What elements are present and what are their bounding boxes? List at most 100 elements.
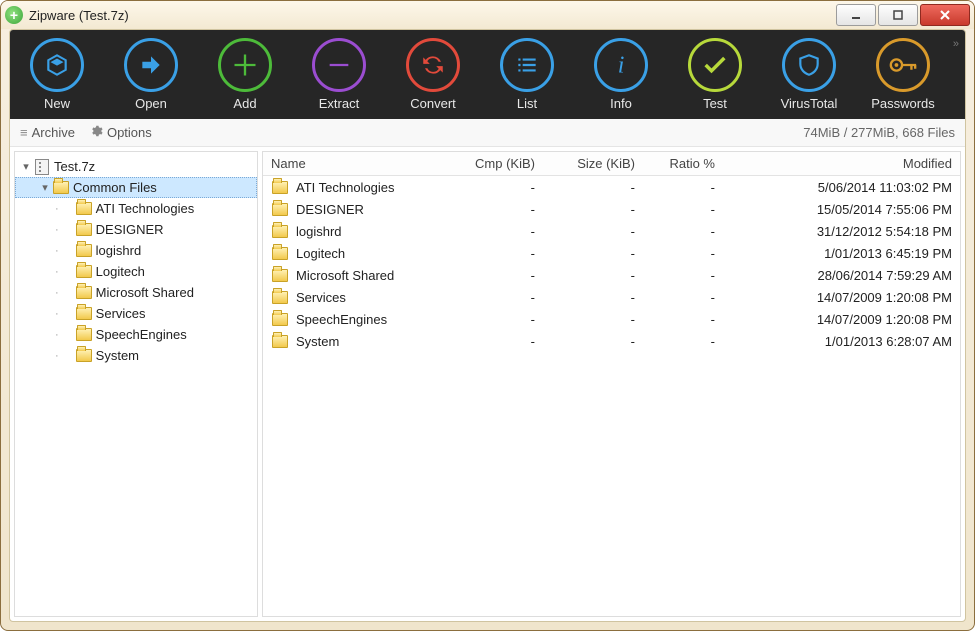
titlebar[interactable]: + Zipware (Test.7z) [1, 1, 974, 29]
tree-item[interactable]: · Services [15, 303, 257, 324]
close-button[interactable] [920, 4, 970, 26]
tree-item[interactable]: · Logitech [15, 261, 257, 282]
table-row[interactable]: Microsoft Shared---28/06/2014 7:59:29 AM [263, 264, 960, 286]
row-modified: 31/12/2012 5:54:18 PM [723, 220, 960, 242]
maximize-button[interactable] [878, 4, 918, 26]
convert-button[interactable]: Convert [386, 38, 480, 111]
row-name: Services [296, 290, 346, 305]
tree-item-label: logishrd [96, 243, 142, 258]
row-cmp: - [443, 264, 543, 286]
folder-icon [271, 244, 289, 262]
options-menu[interactable]: Options [89, 124, 152, 141]
passwords-button[interactable]: Passwords [856, 38, 950, 111]
folder-icon [271, 310, 289, 328]
add-button[interactable]: Add [198, 38, 292, 111]
table-row[interactable]: Logitech---1/01/2013 6:45:19 PM [263, 242, 960, 264]
toolbar-label: List [517, 96, 537, 111]
toolbar-label: New [44, 96, 70, 111]
table-row[interactable]: Services---14/07/2009 1:20:08 PM [263, 286, 960, 308]
toolbar-overflow-icon[interactable]: » [953, 38, 959, 50]
tree-item[interactable]: ·System [15, 345, 257, 366]
row-name: DESIGNER [296, 202, 364, 217]
tree-item[interactable]: ▾Common Files [15, 177, 257, 198]
table-row[interactable]: ATI Technologies---5/06/2014 11:03:02 PM [263, 176, 960, 199]
table-row[interactable]: System---1/01/2013 6:28:07 AM [263, 330, 960, 352]
folder-icon [75, 326, 93, 344]
extract-button[interactable]: Extract [292, 38, 386, 111]
folder-icon [271, 178, 289, 196]
main-toolbar: New Open Add Extract Convert List i Info Test Vir… [10, 30, 965, 119]
tree-item[interactable]: ·Microsoft Shared [15, 282, 257, 303]
tree-item-label: Services [96, 306, 146, 321]
open-button[interactable]: Open [104, 38, 198, 111]
tree-guide: · [55, 308, 59, 320]
row-name: logishrd [296, 224, 342, 239]
tree-guide: · [55, 350, 59, 362]
archive-icon [33, 158, 51, 176]
options-menu-label: Options [107, 125, 152, 140]
col-name[interactable]: Name [263, 152, 443, 176]
col-modified[interactable]: Modified [723, 152, 960, 176]
test-button[interactable]: Test [668, 38, 762, 111]
row-name: SpeechEngines [296, 312, 387, 327]
tree-item[interactable]: ·DESIGNER [15, 219, 257, 240]
archive-menu-label: Archive [32, 125, 75, 140]
row-ratio: - [643, 330, 723, 352]
tree-guide: · [55, 245, 59, 257]
folder-icon [271, 200, 289, 218]
toolbar-label: Add [233, 96, 256, 111]
folder-icon [52, 179, 70, 197]
row-modified: 1/01/2013 6:28:07 AM [723, 330, 960, 352]
info-icon: i [594, 38, 648, 92]
tree-item[interactable]: · logishrd [15, 240, 257, 261]
row-size: - [543, 198, 643, 220]
tree-guide: · [55, 224, 59, 236]
folder-icon [75, 284, 93, 302]
tree-toggle-icon[interactable]: ▾ [19, 160, 33, 173]
tree-item-label: ATI Technologies [96, 201, 195, 216]
app-icon: + [5, 6, 23, 24]
tree-item-label: Microsoft Shared [96, 285, 194, 300]
row-name: ATI Technologies [296, 180, 395, 195]
col-ratio[interactable]: Ratio % [643, 152, 723, 176]
tree-item[interactable]: ·SpeechEngines [15, 324, 257, 345]
col-cmp[interactable]: Cmp (KiB) [443, 152, 543, 176]
virustotal-button[interactable]: VirusTotal [762, 38, 856, 111]
row-cmp: - [443, 176, 543, 199]
info-button[interactable]: i Info [574, 38, 668, 111]
tree-item[interactable]: · ATI Technologies [15, 198, 257, 219]
row-modified: 14/07/2009 1:20:08 PM [723, 286, 960, 308]
list-icon [500, 38, 554, 92]
window-controls [834, 4, 970, 26]
table-row[interactable]: logishrd---31/12/2012 5:54:18 PM [263, 220, 960, 242]
folder-icon [75, 263, 93, 281]
row-name: Logitech [296, 246, 345, 261]
tree-toggle-icon[interactable]: ▾ [38, 181, 52, 194]
folder-icon [271, 332, 289, 350]
status-text: 74MiB / 277MiB, 668 Files [803, 125, 955, 140]
archive-menu[interactable]: ≡ Archive [20, 125, 75, 140]
table-row[interactable]: SpeechEngines---14/07/2009 1:20:08 PM [263, 308, 960, 330]
tree-item-label: Logitech [96, 264, 145, 279]
extract-icon [312, 38, 366, 92]
tree-guide: · [55, 203, 59, 215]
toolbar-label: Info [610, 96, 632, 111]
toolbar-label: VirusTotal [781, 96, 838, 111]
tree-item-label: Test.7z [54, 159, 95, 174]
new-button[interactable]: New [10, 38, 104, 111]
inner-frame: New Open Add Extract Convert List i Info Test Vir… [9, 29, 966, 622]
table-row[interactable]: DESIGNER---15/05/2014 7:55:06 PM [263, 198, 960, 220]
tree-guide: · [55, 266, 59, 278]
list-button[interactable]: List [480, 38, 574, 111]
row-cmp: - [443, 198, 543, 220]
row-ratio: - [643, 176, 723, 199]
convert-icon [406, 38, 460, 92]
list-pane[interactable]: Name Cmp (KiB) Size (KiB) Ratio % Modifi… [262, 151, 961, 617]
toolbar-label: Extract [319, 96, 359, 111]
tree-guide: · [55, 329, 59, 341]
test-icon [688, 38, 742, 92]
tree-item[interactable]: ▾ Test.7z [15, 156, 257, 177]
tree-pane[interactable]: ▾Test.7z▾Common Files·ATI Technologies·D… [14, 151, 258, 617]
minimize-button[interactable] [836, 4, 876, 26]
col-size[interactable]: Size (KiB) [543, 152, 643, 176]
